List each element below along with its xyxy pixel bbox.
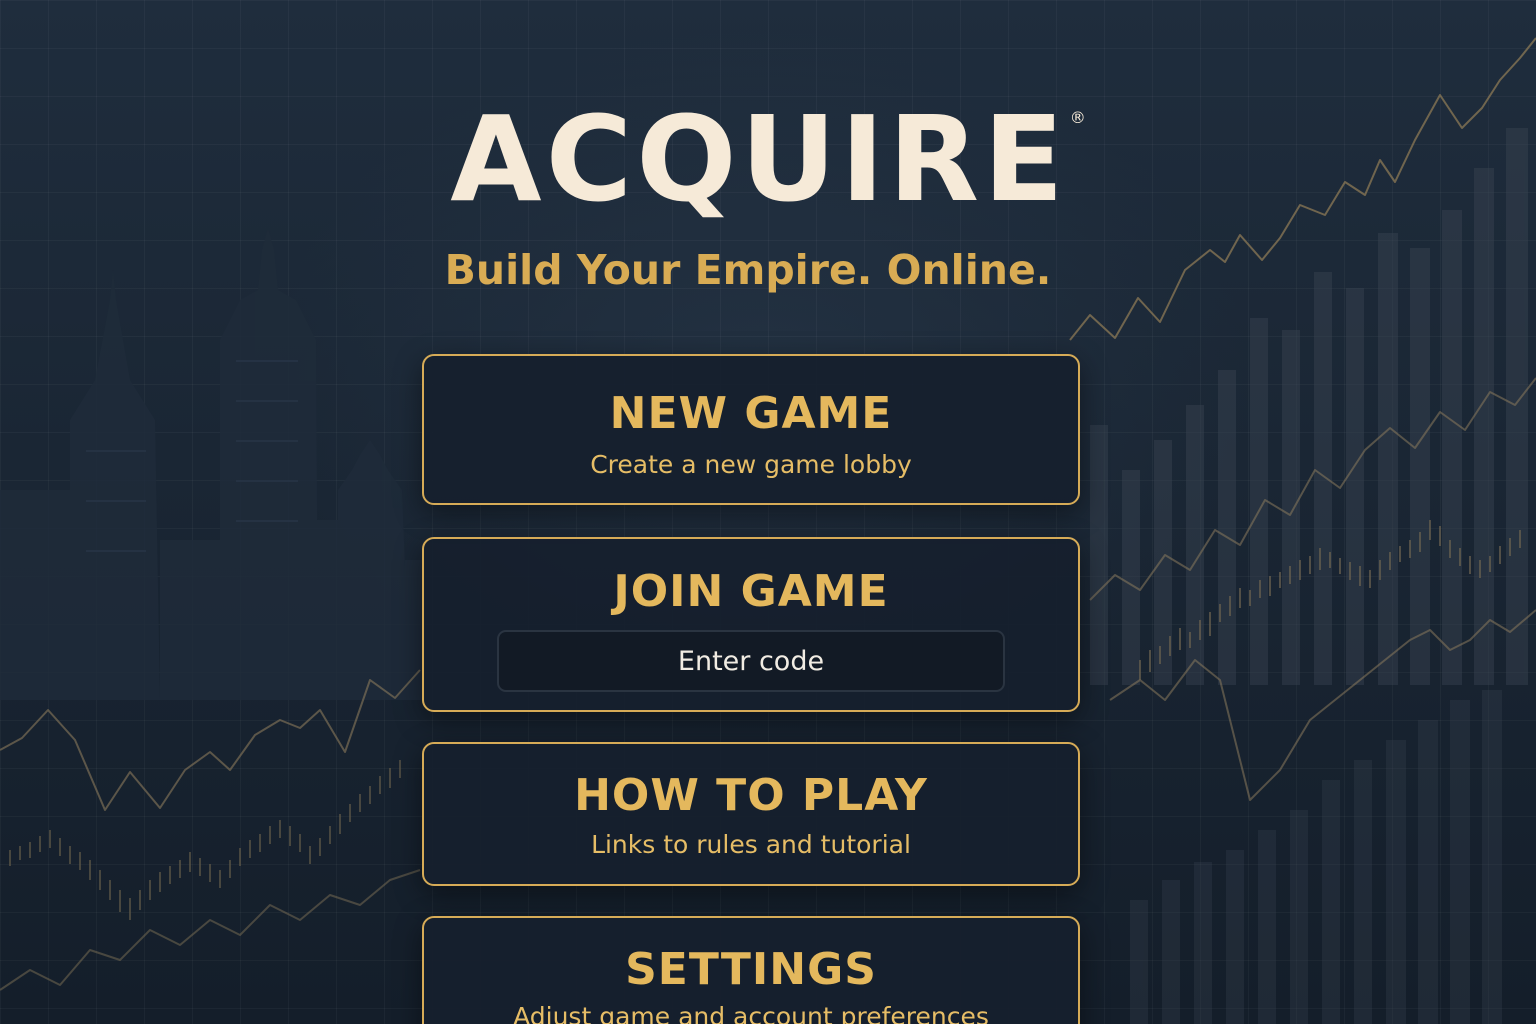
building-low-3: [316, 520, 342, 700]
skyscraper-tall: [220, 228, 318, 700]
building-low-2: [160, 540, 222, 700]
tagline: Build Your Empire. Online.: [444, 246, 1052, 294]
new-game-button[interactable]: NEW GAME Create a new game lobby: [422, 354, 1080, 505]
building-low-1: [0, 490, 72, 700]
how-to-play-subtitle: Links to rules and tutorial: [591, 830, 911, 859]
how-to-play-button[interactable]: HOW TO PLAY Links to rules and tutorial: [422, 742, 1080, 886]
settings-title: SETTINGS: [625, 944, 877, 995]
skyscraper-right: [338, 440, 410, 700]
logo-text: ACQUIRE: [450, 90, 1068, 228]
join-game-title[interactable]: JOIN GAME: [424, 570, 1078, 614]
registered-mark: ®: [1069, 108, 1086, 127]
new-game-subtitle: Create a new game lobby: [590, 450, 912, 479]
join-game-panel: JOIN GAME: [422, 537, 1080, 712]
settings-subtitle: Adjust game and account preferences: [513, 1002, 989, 1024]
game-code-input[interactable]: [497, 630, 1005, 692]
candlesticks-left: [9, 760, 401, 920]
how-to-play-title: HOW TO PLAY: [574, 770, 928, 821]
settings-button[interactable]: SETTINGS Adjust game and account prefere…: [422, 916, 1080, 1024]
city-skyline: [0, 228, 425, 700]
skyscraper-left: [70, 270, 160, 700]
right-bar-chart-lower: [1130, 690, 1502, 1024]
trend-line-bottom-left: [0, 869, 421, 991]
new-game-title: NEW GAME: [609, 388, 893, 439]
logo-title: ACQUIRE ®: [0, 100, 1536, 218]
